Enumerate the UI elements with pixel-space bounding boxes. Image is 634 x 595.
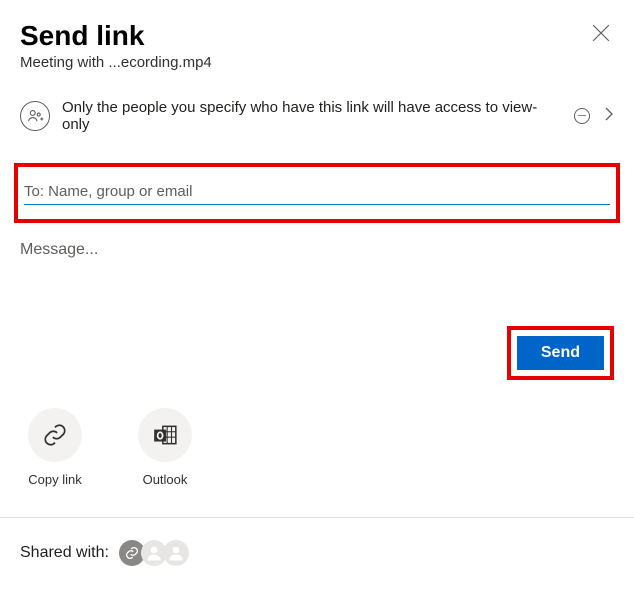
- to-field-highlight: [14, 163, 620, 223]
- outlook-button[interactable]: Outlook: [130, 408, 200, 487]
- link-permissions-row[interactable]: Only the people you specify who have thi…: [20, 99, 614, 133]
- send-button[interactable]: Send: [517, 336, 604, 370]
- copy-link-label: Copy link: [28, 472, 81, 487]
- to-input[interactable]: [24, 181, 610, 202]
- people-icon: [20, 101, 50, 131]
- message-input[interactable]: [20, 241, 614, 265]
- send-highlight: Send: [507, 326, 614, 380]
- secondary-actions: Copy link Outlook: [20, 408, 614, 487]
- shared-with-label: Shared with:: [20, 544, 109, 562]
- shared-with-row: Shared with:: [20, 518, 614, 566]
- to-field-wrap: [24, 181, 610, 205]
- shared-person-avatar[interactable]: [163, 540, 189, 566]
- permissions-text: Only the people you specify who have thi…: [62, 99, 562, 133]
- person-icon: [145, 544, 163, 562]
- send-link-dialog: Send link Meeting with ...ecording.mp4 O…: [0, 0, 634, 566]
- chevron-right-icon: [604, 107, 614, 126]
- file-name: Meeting with ...ecording.mp4: [20, 54, 614, 71]
- shared-avatars[interactable]: [119, 540, 189, 566]
- send-row: Send: [20, 326, 614, 380]
- copy-link-icon: [28, 408, 82, 462]
- copy-link-button[interactable]: Copy link: [20, 408, 90, 487]
- view-only-icon: ─: [574, 108, 590, 124]
- close-icon: [592, 24, 610, 42]
- link-icon: [124, 545, 140, 561]
- close-button[interactable]: [592, 24, 610, 42]
- outlook-label: Outlook: [143, 472, 188, 487]
- person-icon: [167, 544, 185, 562]
- dialog-title: Send link: [20, 20, 614, 52]
- outlook-icon: [138, 408, 192, 462]
